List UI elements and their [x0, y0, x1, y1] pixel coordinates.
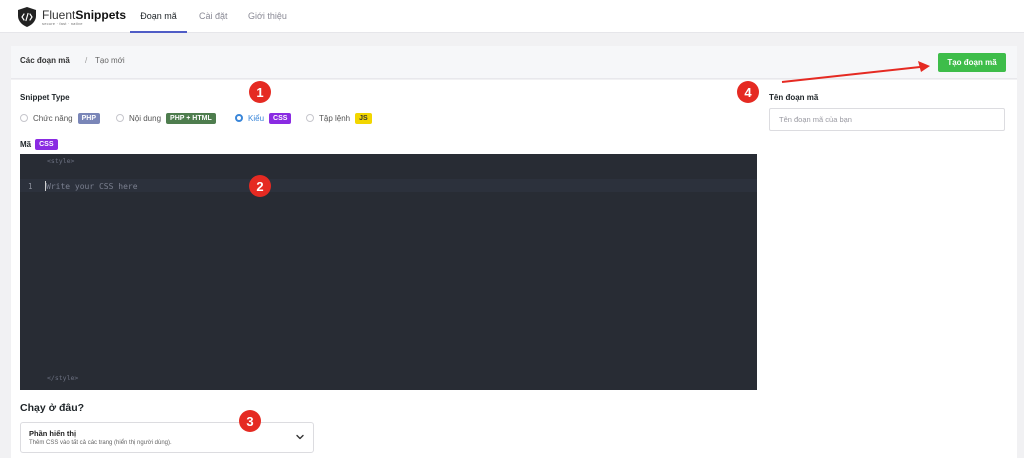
snippet-name-label: Tên đoạn mã	[769, 93, 819, 102]
editor-placeholder: Write your CSS here	[46, 182, 138, 191]
text-cursor	[45, 181, 46, 191]
breadcrumb-current: Tạo mới	[95, 56, 125, 65]
annotation-marker-2: 2	[249, 175, 271, 197]
annotation-marker-4: 4	[737, 81, 759, 103]
code-label: Mã CSS	[20, 139, 58, 150]
style-close-tag: </style>	[47, 374, 79, 382]
tab-about[interactable]: Giới thiệu	[248, 0, 287, 33]
shield-code-icon	[18, 7, 36, 27]
run-location-select[interactable]: Phần hiển thị Thêm CSS vào tất cả các tr…	[20, 422, 314, 453]
code-editor[interactable]: <style> 1 Write your CSS here </style>	[20, 154, 757, 390]
run-location-title: Chạy ở đâu?	[20, 402, 85, 414]
logo-tagline: secure · fast · native	[42, 20, 83, 26]
css-badge: CSS	[269, 112, 292, 124]
radio-circle[interactable]	[306, 114, 314, 122]
tab-snippets[interactable]: Đoạn mã	[130, 0, 187, 33]
fluent-snippets-logo[interactable]: FluentSnippets secure · fast · native	[16, 5, 126, 29]
style-open-tag: <style>	[47, 157, 75, 165]
radio-content[interactable]: Nội dung PHP + HTML	[116, 112, 216, 124]
radio-label: Chức năng	[33, 113, 73, 123]
css-badge: CSS	[35, 139, 58, 150]
radio-circle[interactable]	[20, 114, 28, 122]
code-label-text: Mã	[20, 140, 32, 149]
breadcrumb-separator: /	[85, 56, 88, 65]
radio-label: Tập lệnh	[319, 113, 351, 123]
php-html-badge: PHP + HTML	[166, 112, 216, 124]
radio-label: Kiểu	[248, 113, 265, 123]
chevron-down-icon[interactable]	[295, 432, 305, 442]
annotation-marker-3: 3	[239, 410, 261, 432]
select-description: Thêm CSS vào tất cả các trang (hiển thị …	[29, 440, 172, 446]
tab-settings[interactable]: Cài đặt	[199, 0, 228, 33]
radio-label: Nội dung	[129, 113, 162, 123]
js-badge: JS	[355, 112, 372, 124]
logo-name: FluentSnippets	[42, 7, 127, 22]
annotation-arrow-icon	[781, 61, 930, 83]
php-badge: PHP	[77, 112, 101, 124]
radio-function[interactable]: Chức năng PHP	[20, 112, 101, 124]
radio-circle[interactable]	[116, 114, 124, 122]
annotation-marker-1: 1	[249, 81, 271, 103]
select-value: Phần hiển thị	[29, 429, 77, 438]
line-number: 1	[28, 182, 33, 191]
radio-script[interactable]: Tập lệnh JS	[306, 112, 372, 124]
radio-style[interactable]: Kiểu CSS	[235, 112, 292, 124]
breadcrumb-snippets-link[interactable]: Các đoạn mã	[20, 56, 70, 65]
snippet-name-input[interactable]	[769, 108, 1005, 131]
top-nav-bar: FluentSnippets secure · fast · native Đo…	[0, 0, 1024, 33]
snippet-type-label: Snippet Type	[20, 93, 70, 102]
radio-circle-checked[interactable]	[235, 114, 243, 122]
create-snippet-button[interactable]: Tạo đoạn mã	[938, 53, 1006, 72]
